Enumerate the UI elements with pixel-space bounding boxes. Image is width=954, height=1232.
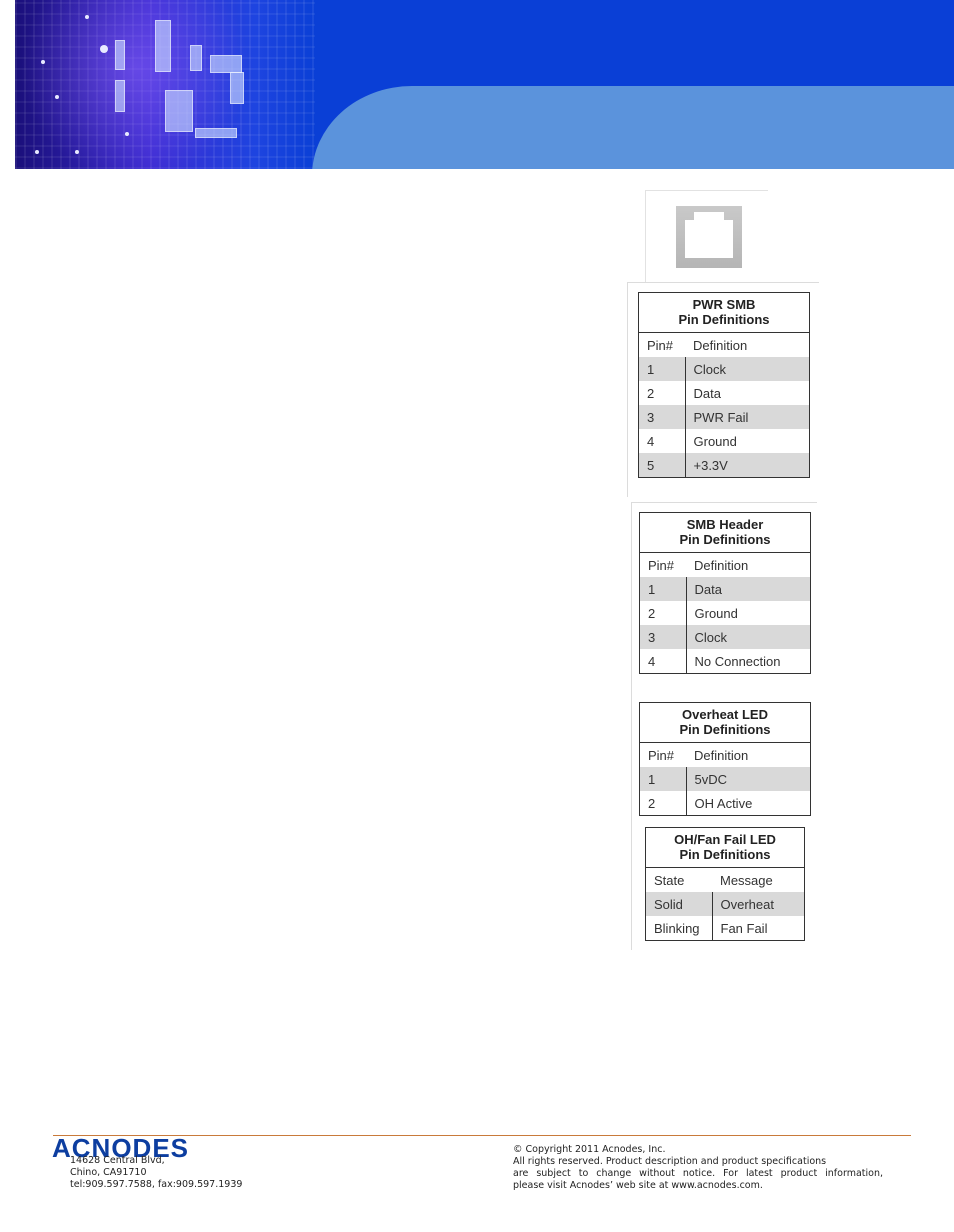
circuit-board-image	[15, 0, 315, 169]
header-banner	[15, 0, 954, 169]
table-row: 2 Data	[639, 381, 810, 405]
frame-line	[627, 282, 819, 283]
table-row: 3 PWR Fail	[638, 405, 810, 429]
overheat-led-pin-table: Overheat LED Pin Definitions Pin# Definit…	[639, 702, 811, 816]
table-title: Overheat LED Pin Definitions	[639, 702, 811, 743]
smb-header-pin-table: SMB Header Pin Definitions Pin# Definitio…	[639, 512, 811, 674]
table-row: 4 Ground	[639, 429, 810, 453]
pwr-smb-connector-icon	[676, 206, 742, 268]
column-header-state: State	[654, 872, 685, 888]
column-header-pin: Pin#	[648, 557, 675, 573]
table-row: 1 5vDC	[639, 767, 811, 791]
notice-line: are subject to change without notice. Fo…	[513, 1168, 883, 1179]
table-row: 2 Ground	[640, 601, 811, 625]
column-header-definition: Definition	[694, 747, 749, 763]
website-line: please visit Acnodes’ web site at www.ac…	[513, 1180, 763, 1191]
table-row: 3 Clock	[639, 625, 811, 649]
frame-line	[631, 502, 632, 950]
address-city: Chino, CA91710	[70, 1167, 147, 1178]
table-row: 1 Data	[639, 577, 811, 601]
table-row: Solid Overheat	[645, 892, 805, 916]
column-header-message: Message	[720, 872, 773, 888]
rights-line: All rights reserved. Product description…	[513, 1156, 827, 1167]
copyright-line: © Copyright 2011 Acnodes, Inc.	[513, 1144, 666, 1155]
address-street: 14628 Central Blvd,	[70, 1155, 165, 1166]
table-row: 5 +3.3V	[638, 453, 810, 478]
banner-wave-shape	[312, 86, 954, 169]
column-header-definition: Definition	[694, 557, 749, 573]
table-row: Blinking Fan Fail	[646, 916, 805, 941]
table-row: 1 Clock	[638, 357, 810, 381]
table-row: 4 No Connection	[640, 649, 811, 674]
copyright-notice: © Copyright 2011 Acnodes, Inc. All right…	[513, 1144, 883, 1192]
table-title: OH/Fan Fail LED Pin Definitions	[645, 827, 805, 868]
address-phone-fax: tel:909.597.7588, fax:909.597.1939	[70, 1179, 243, 1190]
pwr-smb-pin-table: PWR SMB Pin Definitions Pin# Definition 1…	[638, 292, 810, 478]
table-title: SMB Header Pin Definitions	[639, 512, 811, 553]
column-header-pin: Pin#	[648, 747, 675, 763]
company-address: 14628 Central Blvd, Chino, CA91710 tel:9…	[70, 1155, 242, 1191]
oh-fan-fail-led-table: OH/Fan Fail LED Pin Definitions State Mes…	[645, 827, 805, 941]
table-row: 2 OH Active	[640, 791, 811, 816]
column-header-definition: Definition	[693, 337, 748, 353]
frame-line	[631, 502, 817, 503]
table-title: PWR SMB Pin Definitions	[638, 292, 810, 333]
column-header-pin: Pin#	[647, 337, 674, 353]
frame-line	[627, 282, 628, 497]
